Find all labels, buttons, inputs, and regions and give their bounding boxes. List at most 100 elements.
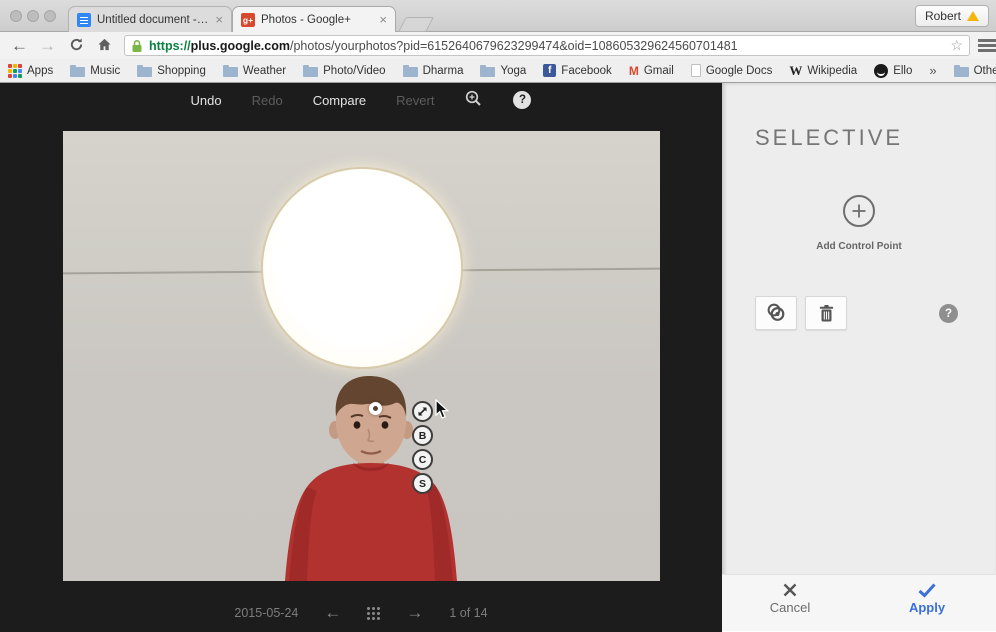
bookmark-apps[interactable]: Apps — [8, 63, 53, 78]
url-host: plus.google.com — [190, 38, 290, 53]
revert-button: Revert — [396, 92, 435, 108]
profile-button[interactable]: Robert — [914, 5, 989, 27]
bookmark-star-icon[interactable]: ☆ — [950, 37, 963, 54]
apps-grid-icon — [8, 63, 22, 78]
url-scheme: https:// — [149, 38, 191, 53]
photo-counter: 1 of 14 — [449, 606, 488, 620]
bookmark-folder-photo-video[interactable]: Photo/Video — [303, 64, 386, 77]
tab-photos-googleplus[interactable]: g+ Photos - Google+ × — [232, 6, 396, 32]
selective-tool-panel: SELECTIVE Add Control Point ? Cancel App… — [722, 83, 996, 632]
bookmark-ello[interactable]: Ello — [874, 63, 913, 78]
zoom-loupe-icon[interactable] — [464, 89, 483, 111]
tab-close-icon[interactable]: × — [379, 13, 387, 26]
address-bar[interactable]: https://plus.google.com/photos/yourphoto… — [124, 35, 970, 56]
bookmark-label: Music — [90, 64, 121, 77]
cancel-x-icon — [783, 583, 797, 597]
bookmark-folder-weather[interactable]: Weather — [222, 64, 286, 77]
bookmark-label: Wikipedia — [807, 64, 858, 77]
editor-toolbar: Undo Redo Compare Revert ? — [0, 83, 722, 117]
previous-photo-icon[interactable]: ← — [324, 603, 341, 623]
forward-icon: → — [39, 36, 56, 55]
other-bookmarks[interactable]: Other Bookmarks — [953, 64, 996, 77]
google-plus-icon: g+ — [241, 12, 255, 27]
resize-control-icon[interactable] — [412, 401, 433, 422]
brightness-option-button[interactable]: B — [412, 425, 433, 446]
saturation-option-button[interactable]: S — [412, 473, 433, 494]
bookmark-folder-dharma[interactable]: Dharma — [402, 64, 464, 77]
ello-icon — [874, 63, 889, 78]
control-points-visibility-icon — [767, 303, 785, 321]
https-lock-icon — [132, 39, 142, 52]
bookmark-label: Other Bookmarks — [973, 64, 996, 77]
maximize-window-button[interactable] — [44, 10, 56, 22]
wikipedia-icon: W — [789, 62, 803, 78]
home-icon[interactable] — [97, 37, 112, 55]
cancel-label: Cancel — [769, 600, 811, 615]
bookmark-label: Shopping — [157, 64, 206, 77]
google-docs-icon — [77, 12, 91, 27]
apply-check-icon — [918, 583, 936, 598]
bookmark-label: Ello — [893, 64, 913, 77]
new-tab-button[interactable] — [398, 17, 434, 32]
next-photo-icon[interactable]: → — [406, 603, 423, 623]
add-control-point-label: Add Control Point — [816, 241, 902, 252]
chrome-menu-icon[interactable] — [978, 39, 996, 52]
tab-title: Photos - Google+ — [261, 13, 351, 26]
add-control-point[interactable]: Add Control Point — [722, 195, 996, 252]
bookmark-label: Dharma — [422, 64, 464, 77]
url-path: /photos/yourphotos?pid=61526406796232994… — [289, 38, 738, 53]
folder-icon — [953, 64, 969, 77]
photo-date: 2015-05-24 — [234, 606, 299, 620]
titlebar: Untitled document - Goog × g+ Photos - G… — [0, 0, 996, 32]
trash-icon — [819, 304, 833, 321]
reload-icon[interactable] — [69, 37, 84, 55]
apply-button[interactable]: Apply — [887, 582, 967, 615]
delete-control-point-button[interactable] — [805, 296, 847, 330]
photo-grid-icon[interactable] — [367, 606, 381, 620]
bookmarks-overflow-chevron[interactable]: » — [929, 63, 936, 78]
bookmark-wikipedia[interactable]: W Wikipedia — [789, 63, 857, 79]
bookmark-label: Google Docs — [705, 64, 773, 77]
editor-canvas-area: Undo Redo Compare Revert ? B C S 2015-05… — [0, 83, 722, 632]
minimize-window-button[interactable] — [27, 10, 39, 22]
bookmark-folder-yoga[interactable]: Yoga — [480, 64, 526, 77]
bookmark-label: Gmail — [643, 64, 674, 77]
folder-icon — [70, 64, 86, 77]
editor-help-icon[interactable]: ? — [513, 91, 532, 109]
bookmark-gmail[interactable]: M Gmail — [629, 64, 674, 78]
photo-editor-workspace: Undo Redo Compare Revert ? B C S 2015-05… — [0, 83, 996, 632]
folder-icon — [222, 64, 238, 77]
profile-name: Robert — [924, 9, 961, 23]
undo-button[interactable]: Undo — [191, 93, 222, 108]
tab-untitled-document[interactable]: Untitled document - Goog × — [68, 6, 232, 32]
bookmark-facebook[interactable]: f Facebook — [543, 64, 612, 77]
mouse-cursor — [435, 399, 450, 419]
close-window-button[interactable] — [10, 10, 22, 22]
contrast-option-button[interactable]: C — [412, 449, 433, 470]
selective-control-point[interactable] — [369, 402, 382, 415]
gmail-icon: M — [628, 63, 639, 78]
panel-action-bar: Cancel Apply — [722, 574, 996, 632]
cancel-button[interactable]: Cancel — [750, 582, 830, 615]
bookmarks-bar: Apps Music Shopping Weather Photo/Video … — [0, 59, 996, 83]
tab-close-icon[interactable]: × — [215, 13, 223, 26]
photo-canvas[interactable]: B C S — [63, 131, 660, 581]
add-control-point-icon[interactable] — [843, 195, 875, 227]
tab-strip: Untitled document - Goog × g+ Photos - G… — [68, 6, 434, 32]
apply-label: Apply — [908, 600, 946, 615]
browser-window: Untitled document - Goog × g+ Photos - G… — [0, 0, 996, 632]
folder-icon — [137, 64, 153, 77]
back-icon[interactable]: ← — [11, 37, 28, 54]
folder-icon — [303, 64, 319, 77]
bookmark-label: Yoga — [500, 64, 527, 77]
folder-icon — [402, 64, 418, 77]
bookmark-google-docs[interactable]: Google Docs — [690, 64, 773, 77]
compare-button[interactable]: Compare — [313, 93, 366, 108]
show-control-points-button[interactable] — [755, 296, 797, 330]
bookmark-folder-shopping[interactable]: Shopping — [137, 64, 206, 77]
bookmark-folder-music[interactable]: Music — [70, 64, 120, 77]
bookmark-label: Facebook — [561, 64, 612, 77]
panel-help-icon[interactable]: ? — [939, 304, 958, 323]
panel-title: SELECTIVE — [755, 125, 904, 150]
redo-button: Redo — [251, 92, 283, 108]
